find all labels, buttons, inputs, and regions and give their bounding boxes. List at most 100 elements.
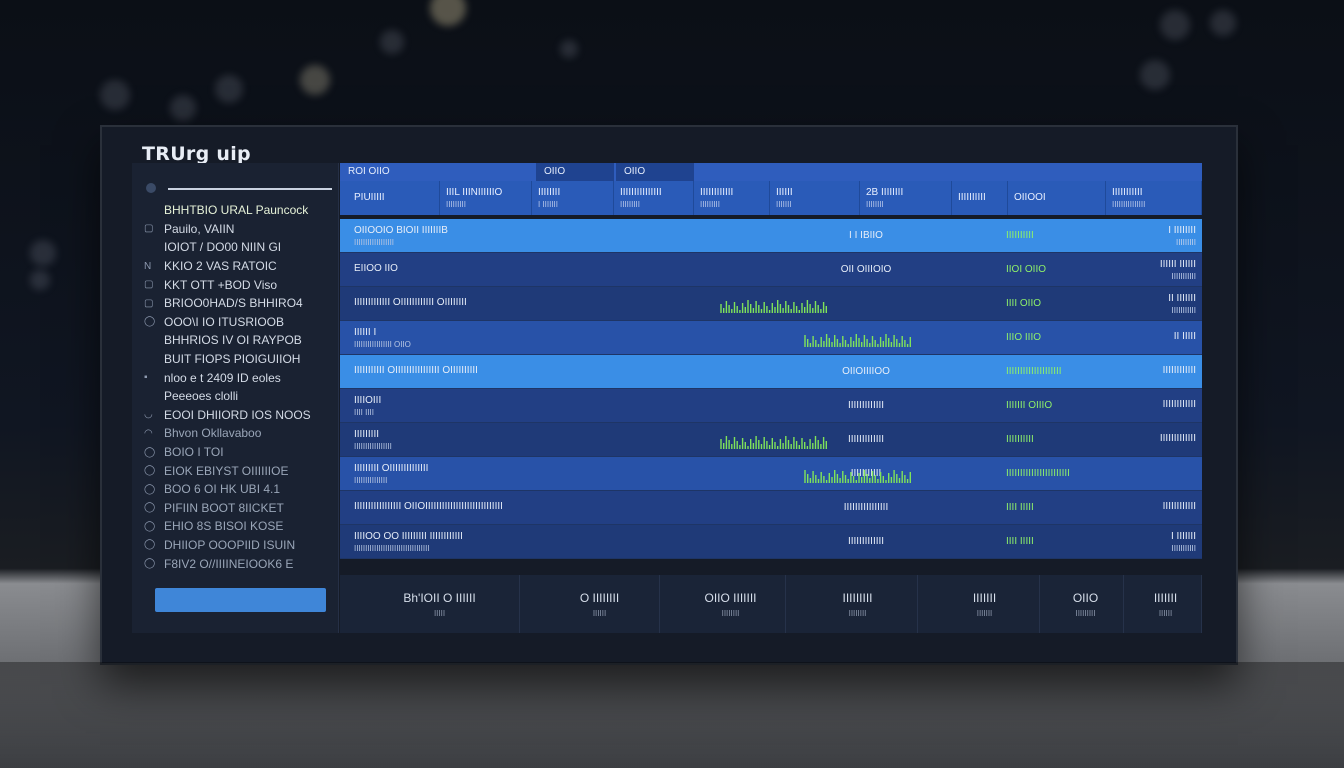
row-name-text: OIIOOIO BIOII IIIIIIIB — [354, 224, 448, 236]
sidebar-item-label: EHIO 8S BISOI KOSE — [164, 519, 284, 534]
row-name-text: IIIIOIII — [354, 394, 382, 406]
tab-label: ROI OIIO — [348, 166, 390, 177]
sidebar-item[interactable]: N KKIO 2 VAS RATOIC — [144, 257, 334, 276]
sidebar-item[interactable]: Peeeoes clolli — [144, 387, 334, 406]
sidebar-item[interactable]: ▪ nloo e t 2409 ID eoles — [144, 368, 334, 387]
column-header-sublabel: IIIIIIII — [866, 200, 884, 209]
sidebar-item[interactable]: ◯ BOO 6 OI HK UBI 4.1 — [144, 480, 334, 499]
summary-stat-value: IIIIIII — [972, 590, 997, 605]
column-header-label: 2B IIIIIIII — [866, 187, 904, 198]
column-header[interactable]: 2B IIIIIIII IIIIIIII — [860, 181, 952, 215]
app-title: TRUrg uip — [142, 143, 251, 165]
menu-item-icon: ▪ — [144, 372, 148, 384]
sidebar-item[interactable]: ◯ PIFIIN BOOT 8IICKET — [144, 499, 334, 518]
menu-item-icon: N — [144, 260, 152, 272]
column-header[interactable]: PIUIIIII — [348, 181, 440, 215]
sidebar-item[interactable]: BHHRIOS IV OI RAYPOB — [144, 331, 334, 350]
column-header-label: IIIIII — [776, 187, 793, 198]
row-status-subtext: IIIIIIIIIII — [1171, 271, 1196, 281]
column-header[interactable]: IIIIIIII I IIIIIII — [532, 181, 614, 215]
sparkline-chart — [804, 470, 912, 483]
table-row[interactable]: IIIIOIII IIII IIII IIIIIIIIIIIII IIIIIII OI… — [340, 389, 1202, 423]
tab-tertiary[interactable]: OIIO — [616, 163, 694, 181]
column-header-label: IIIL IIINIIIIIIO — [446, 187, 503, 198]
column-header-label: PIUIIIII — [354, 191, 385, 203]
table-row[interactable]: IIIIOO OO IIIIIIIII IIIIIIIIIIII IIIIIIII… — [340, 525, 1202, 559]
sidebar-header — [146, 183, 332, 195]
sidebar-item[interactable]: ◯ F8IV2 O//IIIINEIOOK6 E — [144, 554, 334, 573]
row-name-text: IIIIIIIIIII OIIIIIIIIIIIIIIII OIIIIIIIII… — [354, 365, 478, 376]
column-header[interactable]: IIIIII IIIIIII — [770, 181, 860, 215]
row-name-subtext: IIIIIIIIIIIIIIIII — [354, 441, 392, 451]
column-header[interactable]: OIIOOI — [1008, 181, 1106, 215]
row-value: IIIIIIIIIIIIIIIIIIIIIII — [1006, 457, 1106, 490]
row-value: IIIIIIIIII — [1006, 423, 1106, 456]
table-row[interactable]: IIIIIIIII IIIIIIIIIIIIIIIII IIIIIIIIIIIII I… — [340, 423, 1202, 457]
sidebar-item[interactable]: ▢ Pauilo, VAIIN — [144, 220, 334, 239]
row-value-text: IIIIIIIIII — [1006, 434, 1034, 445]
dashboard-window: TRUrg uip BHHTBIO URAL Pauncock ▢ Pauilo, … — [100, 125, 1238, 665]
sidebar-item[interactable]: ▢ KKT OTT +BOD Viso — [144, 275, 334, 294]
sidebar-item[interactable]: BUIT FIOPS PIOIGUIIOH — [144, 350, 334, 369]
tab-secondary[interactable]: OIIO — [536, 163, 614, 181]
table-row[interactable]: IIIIIIIIIIIII OIIIIIIIIIIII OIIIIIIII III… — [340, 287, 1202, 321]
column-header[interactable]: IIIIIIIIIII IIIIIIIIIIIIIII — [1106, 181, 1202, 215]
sidebar-item[interactable]: ◯ BOIO I TOI — [144, 443, 334, 462]
sidebar-item-label: DHIIOP OOOPIID ISUIN — [164, 537, 296, 552]
summary-stat: IIIIIIIII IIIIIIII — [798, 575, 918, 633]
column-header-sublabel: IIIIIII — [776, 200, 792, 209]
menu-item-icon: ◯ — [144, 446, 156, 458]
sidebar-action-button[interactable] — [155, 588, 326, 612]
sidebar-item[interactable]: ◡ EOOI DHIIORD IOS NOOS — [144, 406, 334, 425]
column-header[interactable]: IIIL IIINIIIIIIO IIIIIIIII — [440, 181, 532, 215]
sidebar-item-label: PIFIIN BOOT 8IICKET — [164, 500, 284, 515]
sidebar-item[interactable]: ◠ Bhvon Okllavaboo — [144, 424, 334, 443]
row-value: IIIIIIIIII — [1006, 219, 1106, 252]
table-row[interactable]: IIIIII I IIIIIIIIIIIIIIIII OIIO IIIO IIIO I… — [340, 321, 1202, 355]
column-header[interactable]: IIIIIIIIIIII IIIIIIIII — [694, 181, 770, 215]
row-value-text: IIIO IIIO — [1006, 332, 1042, 343]
row-name-text: EIIOO IIO — [354, 263, 398, 274]
row-value-text: IIOI OIIO — [1006, 264, 1047, 275]
sidebar-item-label: Pauilo, VAIIN — [164, 221, 235, 236]
row-status: IIIIIIIIIIIII — [1120, 423, 1196, 456]
row-value: IIII IIIII — [1006, 525, 1106, 558]
row-name: IIIIIIIII OIIIIIIIIIIIIII IIIIIIIIIIIIIII — [354, 457, 634, 490]
column-header-sublabel: IIIIIIIIIIIIIII — [1112, 200, 1146, 209]
table-row[interactable]: IIIIIIIIIIIIIIIII OIIOIIIIIIIIIIIIIIIIII… — [340, 491, 1202, 525]
table-row[interactable]: OIIOOIO BIOII IIIIIIIB IIIIIIIIIIIIIIIIII… — [340, 219, 1202, 253]
row-name-subtext: IIIIIIIIIIIIIII — [354, 475, 388, 485]
row-status: IIIIIIIIIIII — [1120, 491, 1196, 524]
menu-item-icon: ◯ — [144, 502, 156, 514]
row-status-text: IIIIII IIIIII — [1159, 258, 1196, 270]
row-status-text: II IIIIIII — [1168, 292, 1196, 304]
table-row[interactable]: EIIOO IIO OII OIIIOIO IIOI OIIO IIIIII IIII… — [340, 253, 1202, 287]
tab-main[interactable]: ROI OIIO — [340, 163, 520, 181]
sidebar-item[interactable]: ◯ EIOK EBIYST OIIIIIIOE — [144, 461, 334, 480]
sidebar-item[interactable]: ◯ EHIO 8S BISOI KOSE — [144, 517, 334, 536]
column-header[interactable]: IIIIIIIIII — [952, 181, 1008, 215]
table-row[interactable]: IIIIIIIII OIIIIIIIIIIIIII IIIIIIIIIIIIIII… — [340, 457, 1202, 491]
row-status-subtext: IIIIIIIII — [1175, 237, 1196, 247]
summary-stat-value: IIIIIIIII — [842, 590, 873, 605]
row-status-text: II IIIII — [1173, 331, 1196, 342]
sidebar-item-label: BRIOO0HAD/S BHHIRO4 — [164, 296, 303, 311]
row-name: IIIIIIIII IIIIIIIIIIIIIIIII — [354, 423, 634, 456]
row-value: IIIO IIIO — [1006, 321, 1106, 354]
column-header-label: OIIOOI — [1014, 191, 1046, 203]
row-metric: IIIIIIIIIIIII — [816, 423, 916, 456]
column-header[interactable]: IIIIIIIIIIIIIII IIIIIIIII — [614, 181, 694, 215]
sidebar-item[interactable]: ◯ DHIIOP OOOPIID ISUIN — [144, 536, 334, 555]
sidebar-item[interactable]: IOIOT / DO00 NIIN GI — [144, 238, 334, 257]
sidebar-item[interactable]: ▢ BRIOO0HAD/S BHHIRO4 — [144, 294, 334, 313]
summary-stat-label: IIIIIIII — [721, 608, 740, 618]
row-name-text: IIIIOO OO IIIIIIIII IIIIIIIIIIII — [354, 530, 463, 542]
row-status: II IIIIIII IIIIIIIIIII — [1120, 287, 1196, 320]
sidebar-item[interactable]: ◯ OOO\I IO ITUSRIOOB — [144, 313, 334, 332]
menu-item-icon: ◯ — [144, 520, 156, 532]
table-row[interactable]: IIIIIIIIIII OIIIIIIIIIIIIIIII OIIIIIIIII… — [340, 355, 1202, 389]
menu-item-icon: ◯ — [144, 483, 156, 495]
row-value-text: IIIIIII OIIIO — [1006, 400, 1053, 411]
sidebar-item[interactable]: BHHTBIO URAL Pauncock — [144, 201, 334, 220]
row-metric: OII OIIIOIO — [816, 253, 916, 286]
